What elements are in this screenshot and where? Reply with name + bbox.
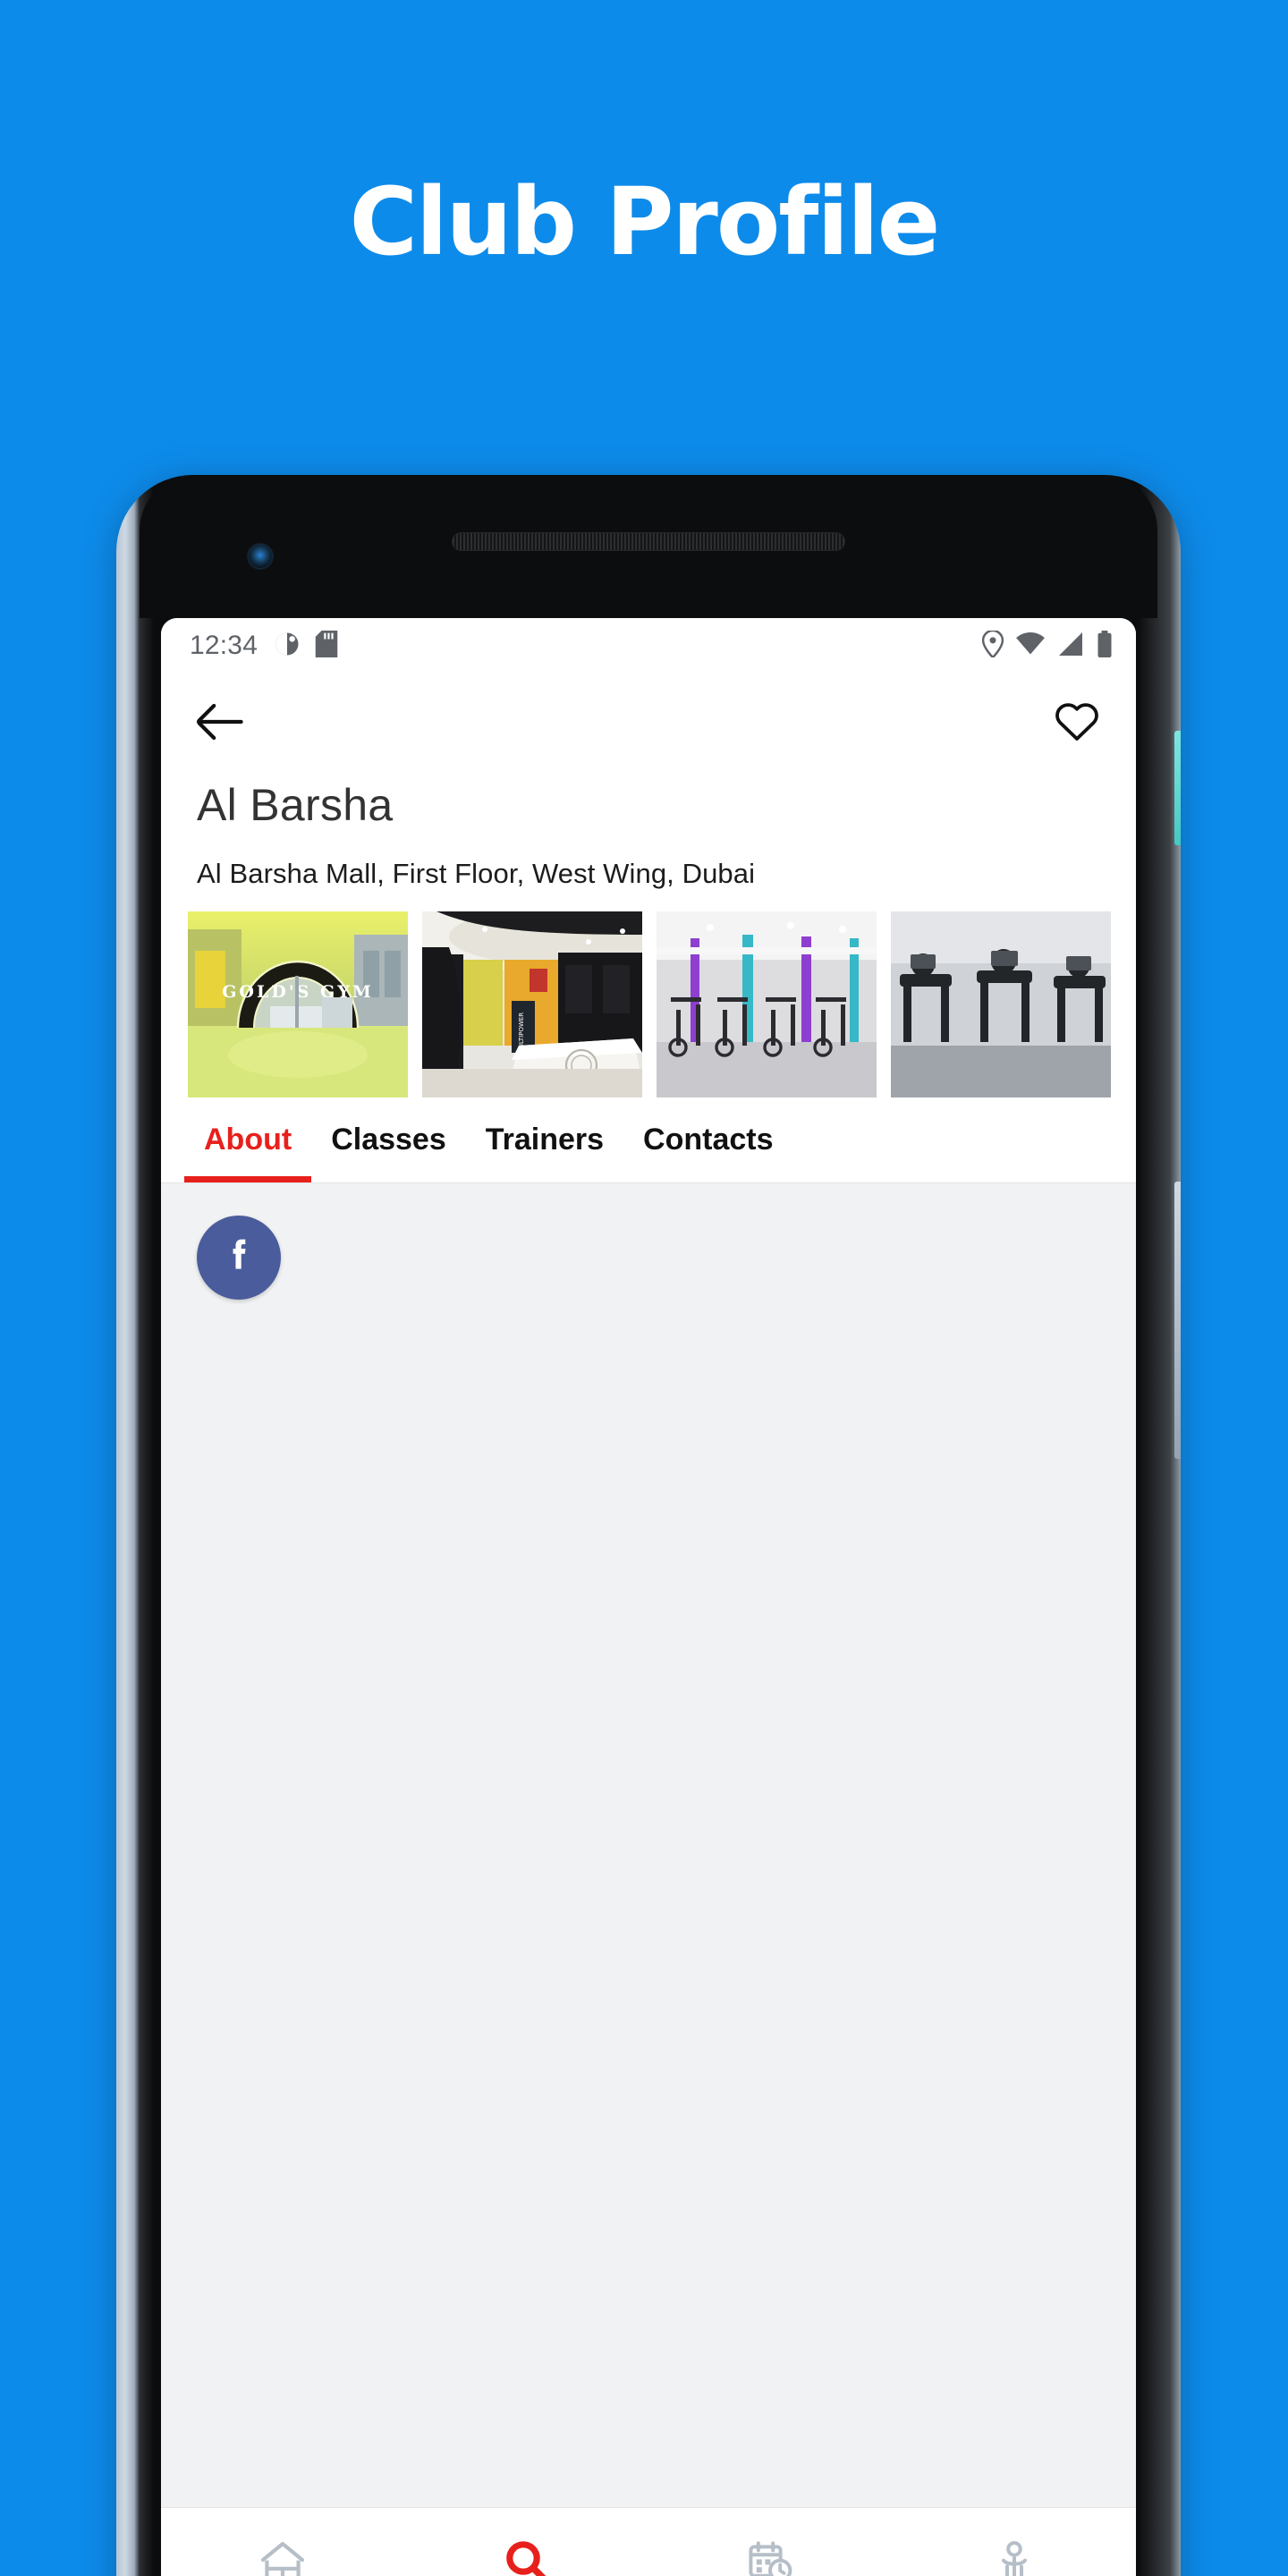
app-bar [161, 674, 1136, 774]
nav-item-classes[interactable]: Classes [648, 2537, 893, 2576]
phone-device: 12:34 Al Barsha Al Barsha Mall, First Fl… [116, 475, 1181, 2576]
tab-contacts[interactable]: Contacts [623, 1097, 792, 1182]
page-title: Club Profile [349, 167, 941, 276]
club-name: Al Barsha [197, 780, 394, 830]
tab-about[interactable]: About [184, 1097, 312, 1182]
wifi-icon [1016, 631, 1045, 660]
nav-item-profile[interactable]: Profile [893, 2537, 1137, 2576]
calendar-clock-icon [747, 2537, 793, 2576]
do-not-disturb-icon [274, 631, 301, 662]
tab-contacts-label: Contacts [643, 1122, 774, 1157]
nav-item-dashboard[interactable]: Dashboard [161, 2537, 405, 2576]
facebook-button[interactable] [197, 1216, 281, 1300]
social-links-row [197, 1216, 1100, 1300]
tab-classes-label: Classes [331, 1122, 446, 1157]
nav-item-find-clubs[interactable]: Find Clubs [405, 2537, 649, 2576]
volume-button[interactable] [1174, 1182, 1181, 1459]
search-icon [504, 2537, 550, 2576]
gallery-thumb-spin-bike-studio[interactable] [657, 911, 877, 1097]
tab-about-label: About [204, 1122, 292, 1157]
heart-outline-icon[interactable] [1054, 700, 1100, 748]
location-pin-icon [981, 629, 1004, 662]
gallery-thumb-cardio-equipment-row[interactable] [891, 911, 1111, 1097]
tab-trainers-label: Trainers [485, 1122, 605, 1157]
status-right-icons [981, 629, 1113, 662]
front-camera-icon [249, 545, 272, 568]
tab-classes[interactable]: Classes [311, 1097, 466, 1182]
home-icon [259, 2537, 306, 2576]
club-address: Al Barsha Mall, First Floor, West Wing, … [197, 858, 756, 889]
bottom-navigation-bar[interactable]: Dashboard Find Clubs [161, 2507, 1136, 2576]
sd-card-icon [315, 630, 338, 662]
gallery-thumb-golds-gym-entrance-arch[interactable]: GOLD'S GYM [188, 911, 408, 1097]
cellular-signal-icon [1057, 631, 1084, 660]
phone-screen: 12:34 Al Barsha Al Barsha Mall, First Fl… [161, 618, 1136, 2576]
tab-trainers[interactable]: Trainers [466, 1097, 623, 1182]
phone-bezel-top [140, 475, 1157, 618]
facebook-icon [216, 1233, 261, 1283]
gallery-thumb-gym-reception-desk[interactable]: MULTIPOWER [422, 911, 642, 1097]
person-icon [993, 2537, 1036, 2576]
status-bar: 12:34 [161, 618, 1136, 674]
battery-icon [1097, 630, 1113, 662]
status-left-icons [274, 630, 338, 662]
about-tab-content [161, 1183, 1136, 2507]
back-arrow-icon[interactable] [197, 703, 243, 744]
power-button[interactable] [1174, 731, 1181, 845]
club-tab-bar[interactable]: About Classes Trainers Contacts [161, 1097, 1136, 1183]
status-time: 12:34 [190, 631, 258, 660]
earpiece-speaker [452, 532, 845, 551]
club-photo-gallery[interactable]: GOLD'S GYM MULTIPOWER [161, 911, 1136, 1097]
